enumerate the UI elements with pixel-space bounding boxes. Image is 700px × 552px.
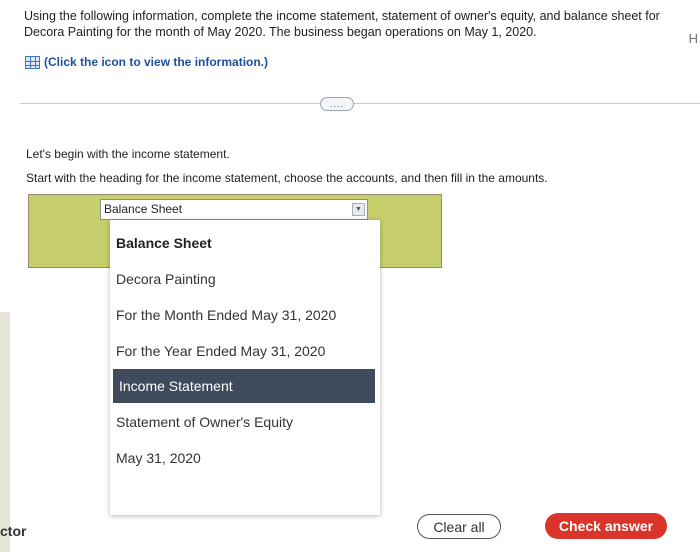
footer-left-text: ctor — [0, 523, 27, 539]
heading-select-value: Balance Sheet — [104, 202, 183, 216]
dropdown-option-owners-equity[interactable]: Statement of Owner's Equity — [116, 405, 293, 439]
dropdown-option-balance-sheet[interactable]: Balance Sheet — [116, 226, 212, 260]
check-answer-button[interactable]: Check answer — [545, 513, 667, 539]
dropdown-option-month-ended[interactable]: For the Month Ended May 31, 2020 — [116, 298, 336, 332]
section-divider — [20, 103, 700, 104]
dropdown-option-may-31[interactable]: May 31, 2020 — [116, 441, 201, 475]
dropdown-option-income-statement[interactable]: Income Statement — [113, 369, 375, 403]
heading-dropdown-menu: Balance Sheet Decora Painting For the Mo… — [110, 220, 380, 515]
clear-all-button[interactable]: Clear all — [417, 514, 501, 539]
info-link-label[interactable]: (Click the icon to view the information.… — [44, 55, 268, 69]
edge-letter: H — [688, 31, 698, 46]
dropdown-option-decora-painting[interactable]: Decora Painting — [116, 262, 216, 296]
heading-select[interactable]: Balance Sheet ▼ — [100, 199, 368, 220]
dropdown-option-year-ended[interactable]: For the Year Ended May 31, 2020 — [116, 334, 325, 368]
prompt-heading: Start with the heading for the income st… — [26, 171, 548, 185]
table-icon[interactable] — [25, 55, 40, 69]
left-panel-edge — [0, 312, 10, 552]
question-instructions: Using the following information, complet… — [24, 9, 660, 39]
prompt-begin: Let's begin with the income statement. — [26, 147, 230, 161]
info-link[interactable]: (Click the icon to view the information.… — [25, 55, 268, 69]
chevron-down-icon[interactable]: ▼ — [352, 203, 365, 216]
expand-button[interactable]: .... — [320, 97, 354, 111]
